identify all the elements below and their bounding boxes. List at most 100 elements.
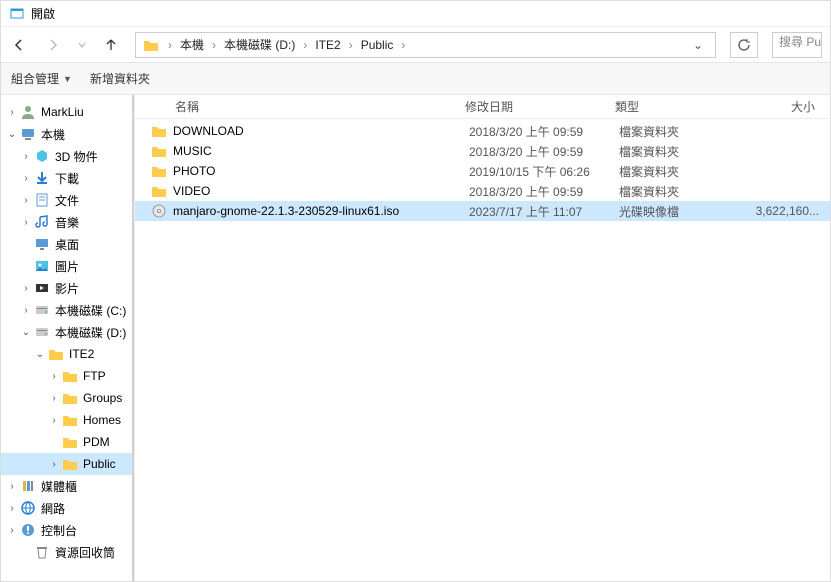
disk-icon bbox=[33, 301, 51, 319]
tree-item[interactable]: ›影片 bbox=[1, 277, 134, 299]
twist-icon[interactable]: › bbox=[47, 415, 61, 426]
pic-icon bbox=[33, 257, 51, 275]
organize-menu[interactable]: 組合管理 ▼ bbox=[11, 70, 72, 87]
tree-item[interactable]: ⌄ITE2 bbox=[1, 343, 134, 365]
file-name: manjaro-gnome-22.1.3-230529-linux61.iso bbox=[173, 204, 469, 218]
tree-item-label: 下載 bbox=[55, 170, 79, 187]
disk-icon bbox=[33, 323, 51, 341]
twist-icon[interactable]: › bbox=[47, 459, 61, 470]
breadcrumb-seg[interactable]: Public bbox=[357, 36, 398, 54]
twist-icon[interactable]: ⌄ bbox=[33, 349, 47, 360]
file-row[interactable]: MUSIC2018/3/20 上午 09:59檔案資料夾 bbox=[135, 141, 830, 161]
folder-icon bbox=[61, 455, 79, 473]
folder-icon bbox=[61, 433, 79, 451]
twist-icon[interactable]: › bbox=[19, 195, 33, 206]
tree-item[interactable]: › 網路 bbox=[1, 497, 134, 519]
tree-item[interactable]: ⌄ 本機磁碟 (D:) bbox=[1, 321, 134, 343]
app-icon bbox=[9, 6, 25, 22]
recent-dropdown[interactable] bbox=[77, 35, 87, 55]
tree-item[interactable]: › FTP bbox=[1, 365, 134, 387]
tree-item-label: 本機磁碟 (C:) bbox=[55, 302, 126, 319]
tree-item[interactable]: › 媒體櫃 bbox=[1, 475, 134, 497]
tree-item[interactable]: › Homes bbox=[1, 409, 134, 431]
breadcrumb-seg[interactable]: ITE2 bbox=[311, 36, 344, 54]
file-row[interactable]: DOWNLOAD2018/3/20 上午 09:59檔案資料夾 bbox=[135, 121, 830, 141]
tree-item[interactable]: › 3D 物件 bbox=[1, 145, 134, 167]
twist-icon[interactable]: › bbox=[5, 481, 19, 492]
file-date: 2023/7/17 上午 11:07 bbox=[469, 203, 619, 220]
chevron-down-icon: ▼ bbox=[63, 74, 72, 84]
desk-icon bbox=[33, 235, 51, 253]
vid-icon bbox=[33, 279, 51, 297]
user-icon bbox=[19, 103, 37, 121]
tree-item[interactable]: 桌面 bbox=[1, 233, 134, 255]
tree-item-label: Groups bbox=[83, 391, 122, 405]
tree-item-label: FTP bbox=[83, 369, 106, 383]
file-row[interactable]: PHOTO2019/10/15 下午 06:26檔案資料夾 bbox=[135, 161, 830, 181]
twist-icon[interactable]: › bbox=[19, 217, 33, 228]
tree-item[interactable]: ›Public bbox=[1, 453, 134, 475]
twist-icon[interactable]: › bbox=[5, 107, 19, 118]
tree-item-label: 網路 bbox=[41, 500, 65, 517]
tree-item-label: 音樂 bbox=[55, 214, 79, 231]
twist-icon[interactable]: › bbox=[19, 283, 33, 294]
breadcrumb-seg[interactable]: 本機 bbox=[176, 34, 208, 55]
twist-icon[interactable]: › bbox=[19, 151, 33, 162]
folder-icon bbox=[149, 122, 169, 140]
refresh-button[interactable] bbox=[730, 32, 758, 58]
col-type[interactable]: 類型 bbox=[615, 98, 715, 115]
chevron-right-icon: › bbox=[349, 38, 353, 52]
file-type: 檔案資料夾 bbox=[619, 143, 719, 160]
twist-icon[interactable]: › bbox=[5, 525, 19, 536]
tree-item[interactable]: 資源回收筒 bbox=[1, 541, 134, 563]
file-type: 光碟映像檔 bbox=[619, 203, 719, 220]
column-headers[interactable]: 名稱 修改日期 類型 大小 bbox=[135, 95, 830, 119]
3d-icon bbox=[33, 147, 51, 165]
file-date: 2018/3/20 上午 09:59 bbox=[469, 123, 619, 140]
breadcrumb[interactable]: › 本機 › 本機磁碟 (D:) › ITE2 › Public › ⌄ bbox=[135, 32, 716, 58]
iso-icon bbox=[149, 202, 169, 220]
folder-icon bbox=[149, 142, 169, 160]
file-date: 2018/3/20 上午 09:59 bbox=[469, 183, 619, 200]
new-folder-button[interactable]: 新增資料夾 bbox=[90, 70, 150, 87]
twist-icon[interactable]: › bbox=[47, 371, 61, 382]
tree-item[interactable]: › 音樂 bbox=[1, 211, 134, 233]
tree-item[interactable]: ›MarkLiu bbox=[1, 101, 134, 123]
back-button[interactable] bbox=[9, 35, 29, 55]
tree-item[interactable]: 圖片 bbox=[1, 255, 134, 277]
file-row[interactable]: VIDEO2018/3/20 上午 09:59檔案資料夾 bbox=[135, 181, 830, 201]
twist-icon[interactable]: ⌄ bbox=[5, 129, 19, 140]
tree-item[interactable]: › 本機磁碟 (C:) bbox=[1, 299, 134, 321]
search-input[interactable]: 搜尋 Public bbox=[772, 32, 822, 58]
lib-icon bbox=[19, 477, 37, 495]
tree-item[interactable]: › 下載 bbox=[1, 167, 134, 189]
col-size[interactable]: 大小 bbox=[715, 98, 815, 115]
tree-item[interactable]: ›文件 bbox=[1, 189, 134, 211]
tree-item[interactable]: ›控制台 bbox=[1, 519, 134, 541]
twist-icon[interactable]: › bbox=[47, 393, 61, 404]
up-button[interactable] bbox=[101, 35, 121, 55]
breadcrumb-seg[interactable]: 本機磁碟 (D:) bbox=[220, 34, 299, 55]
folder-icon bbox=[47, 345, 65, 363]
bin-icon bbox=[33, 543, 51, 561]
tree-item-label: 3D 物件 bbox=[55, 148, 98, 165]
twist-icon[interactable]: › bbox=[19, 173, 33, 184]
col-name[interactable]: 名稱 bbox=[175, 98, 465, 115]
file-row[interactable]: manjaro-gnome-22.1.3-230529-linux61.iso2… bbox=[135, 201, 830, 221]
twist-icon[interactable]: › bbox=[19, 305, 33, 316]
file-pane: 名稱 修改日期 類型 大小 DOWNLOAD2018/3/20 上午 09:59… bbox=[135, 95, 830, 581]
chevron-down-icon[interactable]: ⌄ bbox=[687, 38, 709, 52]
scrollbar[interactable] bbox=[132, 95, 134, 581]
twist-icon[interactable]: ⌄ bbox=[19, 327, 33, 338]
file-date: 2019/10/15 下午 06:26 bbox=[469, 163, 619, 180]
tree-item[interactable]: › Groups bbox=[1, 387, 134, 409]
forward-button[interactable] bbox=[43, 35, 63, 55]
twist-icon[interactable]: › bbox=[5, 503, 19, 514]
tree-item[interactable]: ⌄本機 bbox=[1, 123, 134, 145]
tree-item-label: Homes bbox=[83, 413, 121, 427]
tree-item[interactable]: PDM bbox=[1, 431, 134, 453]
col-date[interactable]: 修改日期 bbox=[465, 98, 615, 115]
tree-item-label: 本機磁碟 (D:) bbox=[55, 324, 126, 341]
tree-item-label: 媒體櫃 bbox=[41, 478, 77, 495]
music-icon bbox=[33, 213, 51, 231]
